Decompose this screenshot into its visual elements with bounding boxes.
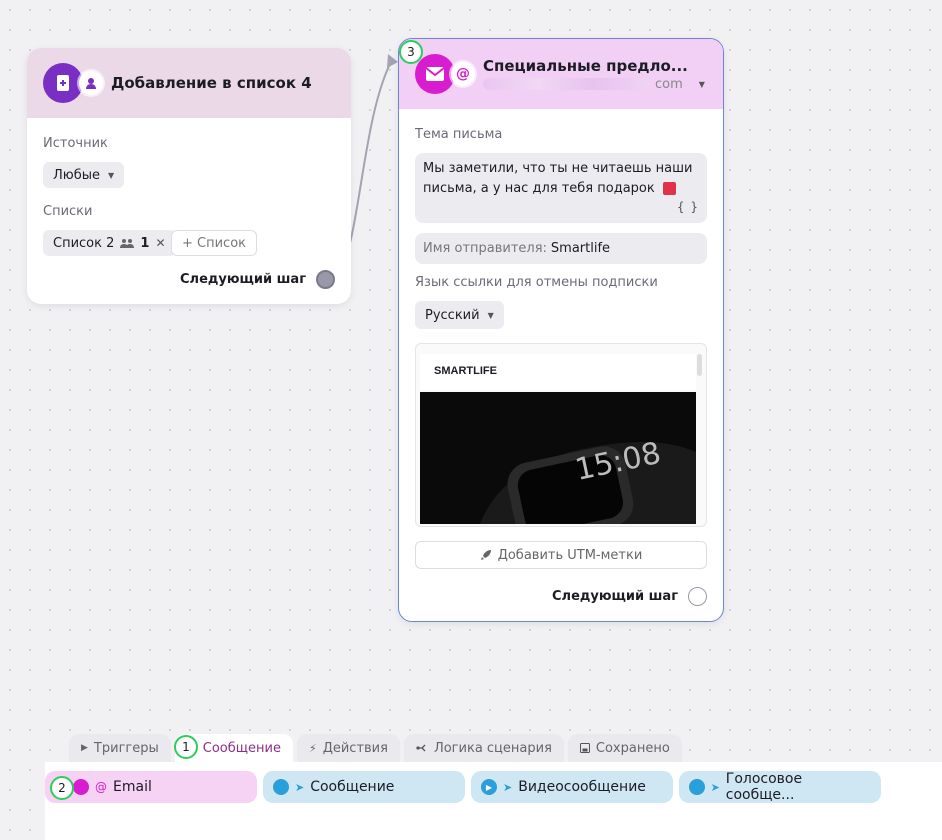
sender-name-label: Имя отправителя: bbox=[423, 241, 547, 256]
sender-name-value: Smartlife bbox=[550, 241, 611, 256]
user-icon bbox=[79, 71, 103, 95]
chat-icon bbox=[273, 779, 289, 795]
branch-icon bbox=[416, 744, 426, 752]
envelope-icon bbox=[415, 54, 455, 94]
list-chip-count: 1 bbox=[140, 235, 150, 251]
save-icon bbox=[579, 743, 590, 753]
tab-triggers[interactable]: ▶ Триггеры bbox=[69, 734, 171, 762]
tab-actions[interactable]: ⚡ Действия bbox=[296, 734, 400, 762]
node-header: Добавление в список 4 bbox=[27, 48, 351, 118]
node-title: Добавление в список 4 bbox=[111, 74, 312, 92]
channel-panel: @ Email ➤ Сообщение ▶ ➤ Видеосообщение ➤… bbox=[45, 762, 942, 840]
tab-saved[interactable]: Сохранено bbox=[567, 734, 682, 762]
next-step-port[interactable] bbox=[688, 587, 707, 606]
email-preview[interactable]: SMARTLIFE 15:08 bbox=[415, 343, 707, 527]
step-badge-2: 2 bbox=[50, 776, 74, 800]
caret-down-icon: ▼ bbox=[487, 310, 494, 320]
sender-select[interactable]: com ▼ bbox=[483, 77, 705, 92]
caret-down-icon: ▼ bbox=[698, 79, 705, 89]
node-header: @ Специальные предло... com ▼ bbox=[399, 39, 723, 109]
preview-watch-image: 15:08 bbox=[420, 392, 696, 524]
add-list-button[interactable]: + Список bbox=[171, 230, 258, 256]
unsubscribe-lang-label: Язык ссылки для отмены подписки bbox=[415, 275, 658, 290]
list-chip[interactable]: Список 2 1 ✕ bbox=[43, 230, 176, 256]
channel-voice-message[interactable]: ➤ Голосовое сообще... bbox=[679, 771, 881, 803]
telegram-icon: ➤ bbox=[295, 780, 305, 794]
step-badge-3: 3 bbox=[399, 40, 423, 64]
lists-label: Списки bbox=[43, 204, 93, 219]
add-to-list-node[interactable]: Добавление в список 4 Источник Любые ▼ С… bbox=[27, 48, 351, 304]
language-value: Русский bbox=[425, 307, 480, 323]
next-step-label: Следующий шаг bbox=[552, 589, 678, 604]
remove-icon[interactable]: ✕ bbox=[155, 236, 165, 250]
subject-label: Тема письма bbox=[415, 127, 503, 142]
telegram-icon: ➤ bbox=[503, 780, 513, 794]
channel-message[interactable]: ➤ Сообщение bbox=[263, 771, 465, 803]
sender-domain: com bbox=[655, 76, 683, 92]
add-utm-label: Добавить UTM-метки bbox=[497, 547, 643, 563]
envelope-icon bbox=[73, 779, 89, 795]
add-to-list-icon bbox=[43, 63, 83, 103]
at-icon: @ bbox=[95, 780, 107, 794]
preview-header: SMARTLIFE bbox=[420, 354, 696, 390]
language-dropdown[interactable]: Русский ▼ bbox=[415, 301, 504, 329]
channel-email[interactable]: @ Email bbox=[45, 771, 257, 803]
preview-scrollbar[interactable] bbox=[697, 354, 702, 376]
source-dropdown[interactable]: Любые ▼ bbox=[43, 162, 125, 188]
users-icon bbox=[120, 239, 135, 248]
caret-down-icon: ▼ bbox=[108, 170, 115, 180]
bottom-tabs: ▶ Триггеры Сообщение ⚡ Действия Логика с… bbox=[69, 734, 682, 762]
node-title: Специальные предло... bbox=[483, 56, 688, 75]
tab-logic[interactable]: Логика сценария bbox=[403, 734, 564, 762]
telegram-icon: ➤ bbox=[710, 780, 720, 794]
at-icon: @ bbox=[451, 62, 475, 86]
add-utm-button[interactable]: Добавить UTM-метки bbox=[415, 541, 707, 569]
sender-name-field[interactable]: Имя отправителя: Smartlife bbox=[415, 233, 707, 264]
blurred-sender-email bbox=[483, 78, 649, 90]
next-step-port[interactable] bbox=[316, 270, 335, 289]
list-chip-name: Список 2 bbox=[53, 235, 115, 251]
subject-field[interactable]: Мы заметили, что ты не читаешь наши пись… bbox=[415, 153, 707, 223]
variables-button[interactable]: { } bbox=[677, 197, 699, 217]
rocket-icon bbox=[480, 550, 491, 560]
next-step-row: Следующий шаг bbox=[180, 270, 335, 289]
next-step-label: Следующий шаг bbox=[180, 272, 306, 287]
next-step-row: Следующий шаг bbox=[552, 587, 707, 606]
video-play-icon: ▶ bbox=[481, 779, 497, 795]
preview-brand: SMARTLIFE bbox=[434, 365, 497, 377]
step-badge-1: 1 bbox=[174, 735, 198, 759]
gift-emoji-icon bbox=[662, 182, 676, 195]
subject-text: Мы заметили, что ты не читаешь наши пись… bbox=[423, 161, 693, 196]
voice-wave-icon bbox=[689, 779, 705, 795]
play-icon: ▶ bbox=[81, 743, 88, 753]
lightning-icon: ⚡ bbox=[308, 741, 317, 755]
channel-video-message[interactable]: ▶ ➤ Видеосообщение bbox=[471, 771, 673, 803]
source-value: Любые bbox=[53, 167, 100, 183]
email-node[interactable]: @ Специальные предло... com ▼ Тема письм… bbox=[398, 38, 724, 622]
source-label: Источник bbox=[43, 136, 108, 151]
